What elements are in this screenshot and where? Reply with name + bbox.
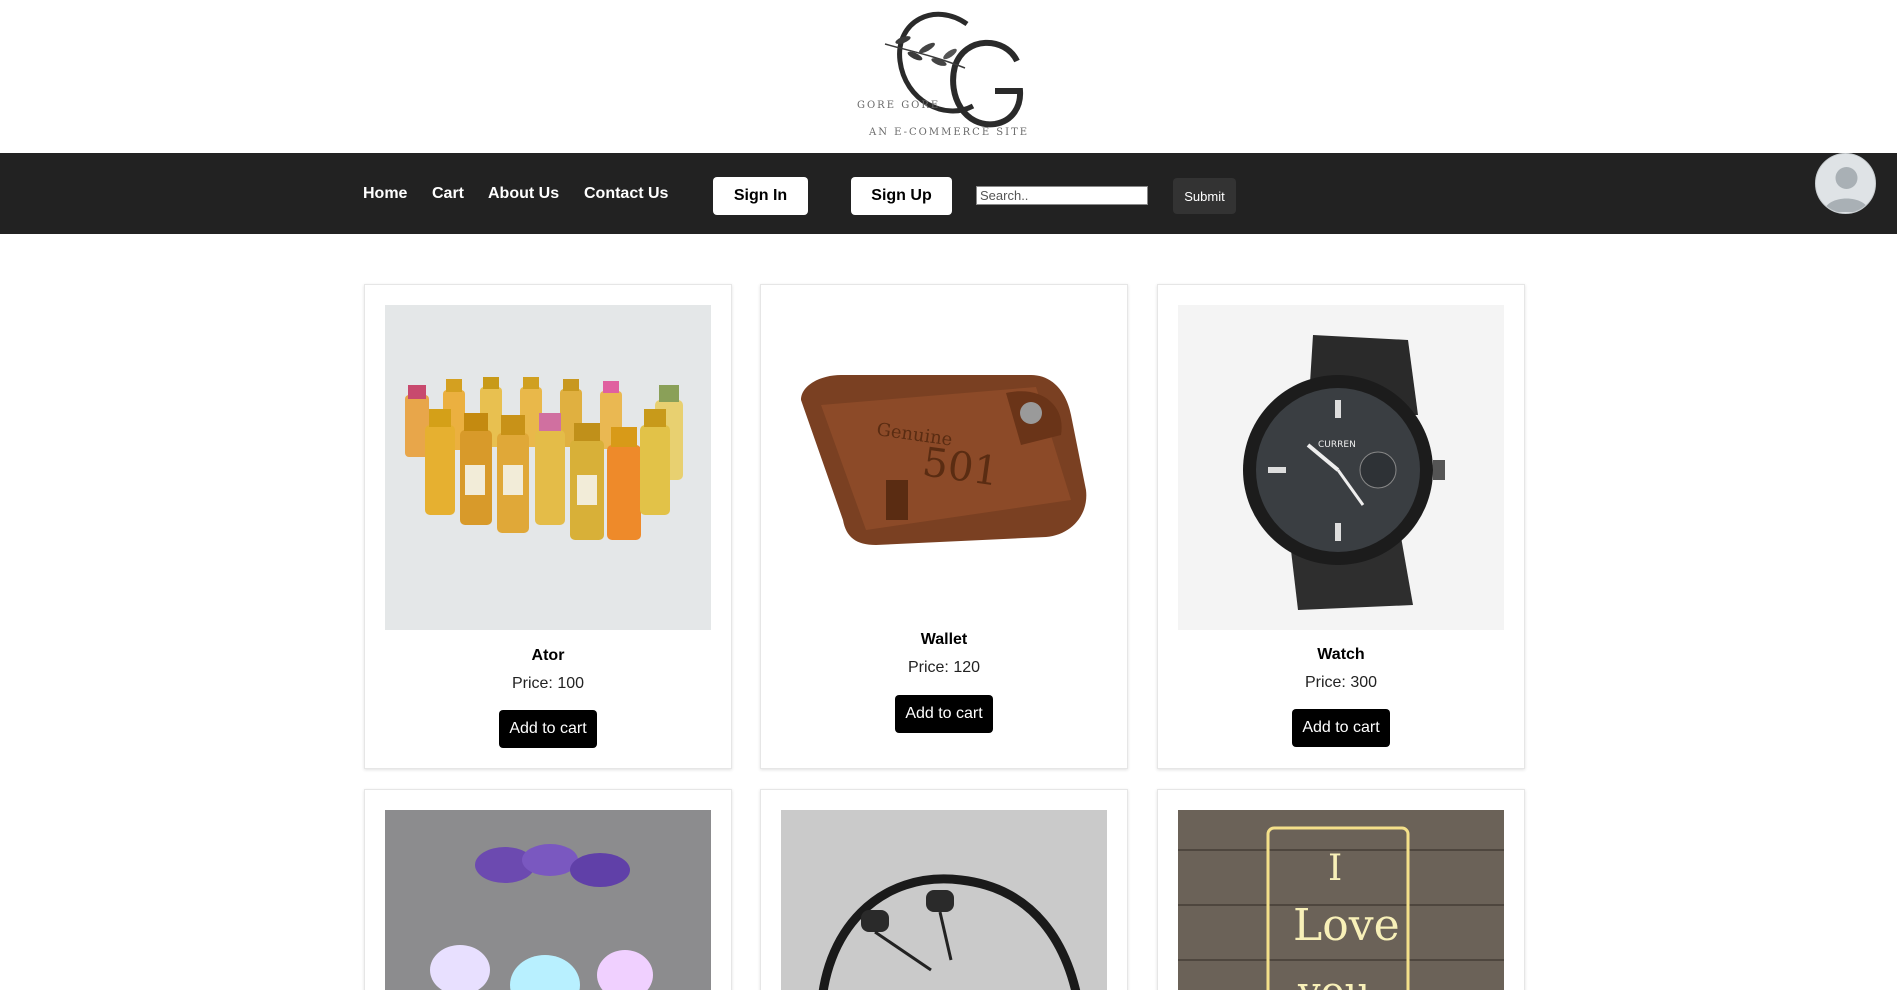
nav-about-link[interactable]: About Us	[488, 185, 559, 203]
product-price: Price: 100	[511, 675, 585, 692]
product-price: Price: 300	[1304, 674, 1378, 691]
nav-cart-link[interactable]: Cart	[432, 185, 464, 203]
navbar: Home Cart About Us Contact Us Sign In Si…	[0, 153, 1897, 234]
site-logo[interactable]: GORE GORE AN E-COMMERCE SITE	[855, 6, 1035, 146]
product-name: Watch	[1317, 646, 1365, 663]
product-card-watch: CURREN Watch Price: 300 Add to cart	[1157, 284, 1525, 769]
svg-text:I: I	[1328, 848, 1342, 889]
nav-contact-link[interactable]: Contact Us	[584, 185, 668, 203]
product-card-lamp	[364, 789, 732, 990]
love-acrylic-lamp-image[interactable]: I Love you	[1178, 810, 1504, 990]
user-avatar-icon[interactable]	[1815, 153, 1876, 214]
svg-text:CURREN: CURREN	[1318, 440, 1356, 450]
sign-in-button[interactable]: Sign In	[713, 177, 808, 215]
add-to-cart-button[interactable]: Add to cart	[499, 710, 597, 748]
add-to-cart-button[interactable]: Add to cart	[1292, 709, 1390, 747]
svg-text:Love: Love	[1293, 900, 1400, 951]
mushroom-lamp-image[interactable]	[385, 810, 711, 990]
product-card-earphones	[760, 789, 1128, 990]
product-price: Price: 120	[907, 659, 981, 676]
sign-up-button[interactable]: Sign Up	[851, 177, 952, 215]
perfume-bottles-image[interactable]	[385, 305, 711, 630]
product-card-ator: Ator Price: 100 Add to cart	[364, 284, 732, 769]
leather-wallet-image[interactable]: Genuine 501	[781, 305, 1107, 630]
product-name: Ator	[531, 647, 565, 664]
nav-home-link[interactable]: Home	[363, 185, 407, 203]
logo-tagline: AN E-COMMERCE SITE	[869, 127, 1030, 138]
svg-text:you: you	[1297, 969, 1370, 990]
product-card-wallet: Genuine 501 Wallet Price: 120 Add to car…	[760, 284, 1128, 769]
product-card-love-lamp: I Love you	[1157, 789, 1525, 990]
logo-brand-text: GORE GORE	[857, 100, 941, 111]
wrist-watch-image[interactable]: CURREN	[1178, 305, 1504, 630]
gg-monogram-icon	[884, 11, 1024, 128]
submit-button[interactable]: Submit	[1173, 178, 1236, 214]
site-header: GORE GORE AN E-COMMERCE SITE	[0, 0, 1897, 153]
search-input[interactable]	[976, 186, 1148, 205]
add-to-cart-button[interactable]: Add to cart	[895, 695, 993, 733]
product-name: Wallet	[920, 631, 968, 648]
neckband-earphones-image[interactable]	[781, 810, 1107, 990]
